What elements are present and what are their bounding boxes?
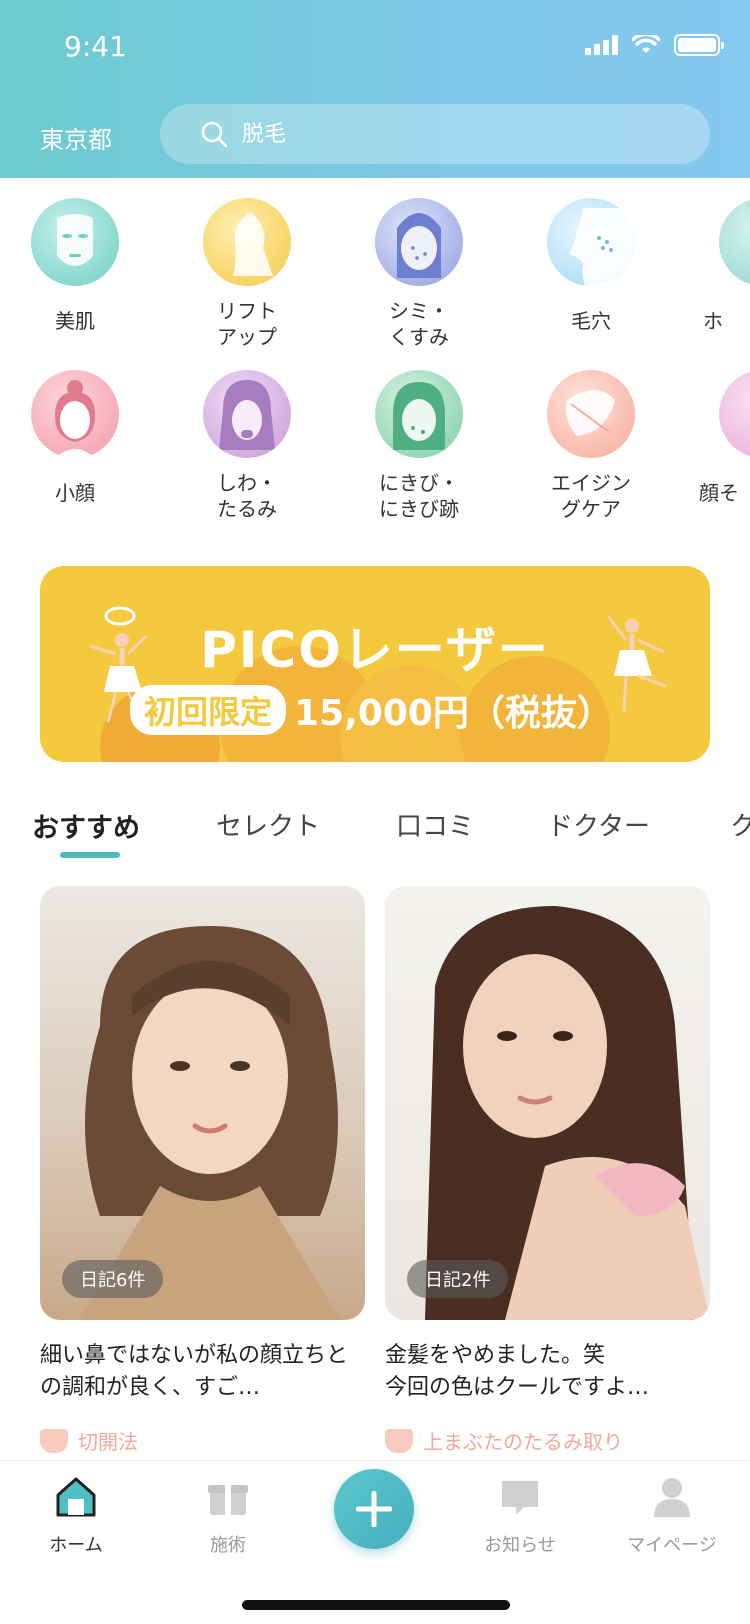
category-label: エイジン グケア — [551, 471, 631, 521]
card-title: 細い鼻ではないが私の顔立ちとの調和が良く、すご… — [40, 1343, 349, 1400]
card-treatment-tag[interactable]: 切開法 — [40, 1426, 365, 1455]
battery-icon — [674, 34, 724, 56]
tab-select[interactable]: セレクト — [216, 806, 320, 843]
tulip-icon — [385, 1428, 413, 1453]
face-profile-icon — [203, 198, 291, 286]
gift-icon — [206, 1475, 250, 1519]
acne-icon — [375, 370, 463, 458]
nav-label: お知らせ — [484, 1535, 556, 1556]
chat-bubble-icon — [498, 1475, 542, 1519]
search-bar[interactable] — [160, 104, 710, 164]
diary-card[interactable]: 日記6件 細い鼻ではないが私の顔立ちとの調和が良く、すご… 切開法 — [40, 886, 365, 1455]
category-item-aging-care[interactable]: エイジン グケア — [521, 370, 661, 522]
banner-tag: 初回限定 — [130, 685, 287, 735]
add-post-button[interactable] — [334, 1469, 414, 1549]
home-indicator — [242, 1600, 510, 1610]
category-item-partial-2[interactable]: 顔そ — [693, 370, 750, 506]
card-photo: 日記6件 — [40, 886, 365, 1320]
tulip-icon — [40, 1428, 68, 1453]
nav-mypage[interactable]: マイページ — [612, 1475, 732, 1557]
nav-notifications[interactable]: お知らせ — [460, 1475, 580, 1557]
category-item-small-face[interactable]: 小顔 — [5, 370, 145, 506]
nav-label: マイページ — [627, 1535, 717, 1556]
card-photo: 日記2件 — [385, 886, 710, 1320]
category-item-partial[interactable]: ホ — [693, 198, 750, 334]
category-icon — [719, 370, 750, 458]
banner-subtitle: 初回限定 15,000円（税抜） — [130, 684, 613, 736]
wifi-icon — [632, 35, 660, 53]
category-label: にきび・ にきび跡 — [379, 471, 459, 521]
category-item-wrinkles[interactable]: しわ・ たるみ — [177, 370, 317, 522]
category-label: しわ・ たるみ — [217, 471, 277, 521]
category-item-acne[interactable]: にきび・ にきび跡 — [349, 370, 489, 522]
status-time: 9:41 — [64, 30, 127, 63]
tab-clinic[interactable]: ク — [730, 806, 750, 843]
card-tag-label: 上まぶたのたるみ取り — [423, 1430, 623, 1454]
category-label: 美肌 — [55, 309, 95, 333]
category-icon — [719, 198, 750, 286]
small-face-icon — [31, 370, 119, 458]
promo-banner[interactable]: PICOレーザー 初回限定 15,000円（税抜） — [40, 566, 710, 762]
category-item-pores[interactable]: 毛穴 — [521, 198, 661, 334]
diary-count-badge: 日記2件 — [407, 1260, 509, 1298]
nav-label: ホーム — [49, 1535, 103, 1556]
nav-label: 施術 — [210, 1535, 246, 1556]
tab-reviews[interactable]: 口コミ — [396, 806, 474, 843]
diary-count-badge: 日記6件 — [62, 1260, 164, 1298]
person-icon — [650, 1475, 694, 1519]
diary-card[interactable]: 日記2件 金髪をやめました。笑 今回の色はクールですよ… 上まぶたのたるみ取り — [385, 886, 710, 1455]
category-label: リフト アップ — [217, 299, 277, 349]
category-item-lift-up[interactable]: リフト アップ — [177, 198, 317, 350]
wrinkles-icon — [203, 370, 291, 458]
header: 9:41 東京都 — [0, 0, 750, 178]
content-tabs: おすすめ セレクト 口コミ ドクター ク — [32, 806, 750, 866]
card-treatment-tag[interactable]: 上まぶたのたるみ取り — [385, 1426, 710, 1455]
nav-treatments[interactable]: 施術 — [168, 1475, 288, 1557]
category-item-spots[interactable]: シミ・ くすみ — [349, 198, 489, 350]
face-mask-icon — [31, 198, 119, 286]
banner-price: 15,000円（税抜） — [294, 693, 613, 734]
home-icon — [54, 1475, 98, 1519]
status-icons — [585, 34, 724, 56]
banner-title: PICOレーザー — [200, 621, 550, 679]
card-tag-label: 切開法 — [78, 1430, 138, 1454]
tab-doctor[interactable]: ドクター — [547, 806, 650, 843]
category-item-beauty-skin[interactable]: 美肌 — [5, 198, 145, 334]
search-icon — [201, 121, 228, 148]
card-title: 金髪をやめました。笑 今回の色はクールですよ… — [385, 1343, 650, 1400]
signal-icon — [585, 35, 618, 55]
category-label: シミ・ くすみ — [389, 299, 449, 349]
category-label: 顔そ — [699, 481, 739, 505]
face-spots-icon — [375, 198, 463, 286]
category-grid: 美肌 リフト アップ シミ・ くすみ 毛穴 ホ 小顔 しわ・ たるみ にきび・ … — [0, 198, 750, 538]
nav-home[interactable]: ホーム — [16, 1475, 136, 1557]
tab-active-indicator — [60, 852, 120, 858]
category-label: 毛穴 — [571, 309, 611, 333]
category-label: 小顔 — [55, 481, 95, 505]
nose-pores-icon — [547, 198, 635, 286]
search-input[interactable] — [242, 121, 662, 147]
location-selector[interactable]: 東京都 — [40, 120, 112, 155]
tab-recommended[interactable]: おすすめ — [32, 806, 140, 845]
leaf-icon — [547, 370, 635, 458]
category-label: ホ — [703, 309, 723, 333]
